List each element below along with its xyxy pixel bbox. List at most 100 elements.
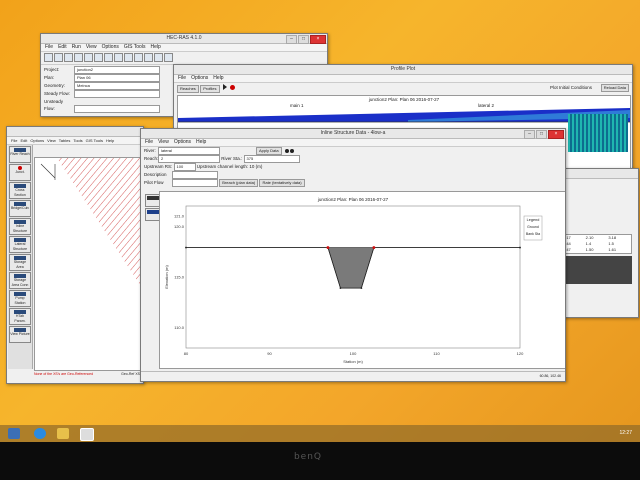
river-select[interactable]: lateral xyxy=(158,147,220,155)
channel-fill xyxy=(327,247,375,289)
menu-run[interactable]: Run xyxy=(72,44,81,51)
description-field[interactable] xyxy=(172,171,218,180)
tool-inline-structure[interactable]: Inline Structure xyxy=(9,218,31,235)
close-button[interactable]: × xyxy=(310,35,326,44)
inline-close-button[interactable]: × xyxy=(548,130,564,139)
inline-menu-view[interactable]: View xyxy=(158,139,169,146)
profile-menu-help[interactable]: Help xyxy=(213,75,223,82)
geo-menu-tools[interactable]: Tools xyxy=(73,137,82,144)
inline-menu-file[interactable]: File xyxy=(145,139,153,146)
geometry-window: File Edit Options View Tables Tools GIS … xyxy=(6,126,144,384)
minimize-button[interactable]: – xyxy=(286,35,297,44)
profile-plot-icon[interactable] xyxy=(114,53,123,62)
bank-station-point xyxy=(372,246,376,249)
river-sta-select[interactable]: 375 xyxy=(243,155,300,164)
compute-icon[interactable] xyxy=(94,53,103,62)
geo-menu-gis-tools[interactable]: GIS Tools xyxy=(86,137,103,144)
georef-xs: Geo-Ref XS xyxy=(121,372,140,376)
tool-view-picture[interactable]: View Picture xyxy=(9,326,31,343)
apply-data-button[interactable]: Apply Data xyxy=(256,147,282,156)
project-field[interactable]: junction2 xyxy=(74,66,160,74)
tool-storage-area[interactable]: Storage Area xyxy=(9,254,31,271)
output-table: 1.17 2.10 3.18 1.44 1.4 1.5 1.47 1.50 1.61 xyxy=(562,234,632,254)
start-button[interactable] xyxy=(8,428,20,439)
record-icon[interactable] xyxy=(230,85,236,90)
reach-select[interactable]: 2 xyxy=(158,155,220,164)
taskbar: 12:27 xyxy=(0,425,640,442)
inline-menu-options[interactable]: Options xyxy=(174,139,191,146)
project-label: Project: xyxy=(44,67,60,73)
geometry-field[interactable]: Meinca xyxy=(74,82,160,90)
ground-point xyxy=(519,246,521,249)
plot-initial-label[interactable]: Plot Initial Conditions xyxy=(550,84,592,91)
geo-menu-tables[interactable]: Tables xyxy=(59,137,71,144)
menu-view[interactable]: View xyxy=(86,44,97,51)
save-icon[interactable] xyxy=(54,53,63,62)
steady-flow-icon[interactable] xyxy=(74,53,83,62)
profile-titlebar: Profile Plot xyxy=(174,65,632,75)
menu-help[interactable]: Help xyxy=(150,44,160,51)
geo-menu-view[interactable]: View xyxy=(47,137,56,144)
geometry-schematic xyxy=(40,158,142,288)
profiles-button[interactable]: Profiles xyxy=(200,85,220,93)
inline-minimize-button[interactable]: – xyxy=(524,130,535,139)
geo-menu-help[interactable]: Help xyxy=(106,137,114,144)
tool-pump-station[interactable]: Pump Station xyxy=(9,290,31,307)
tool-bridge-culvert[interactable]: Bridge/Culv xyxy=(9,200,31,217)
geometry-canvas[interactable] xyxy=(34,157,143,371)
inline-titlebar: Inline Structure Data - 4low-a – □ × xyxy=(141,129,565,139)
upstream-field[interactable]: 100 xyxy=(173,163,196,172)
profile-menu-options[interactable]: Options xyxy=(191,75,208,82)
tool-storage-area-conn[interactable]: Storage Area Conn xyxy=(9,272,31,289)
rating-curve-icon[interactable] xyxy=(124,53,133,62)
main-menubar: File Edit Run View Options GIS Tools Hel… xyxy=(41,44,327,52)
prev-arrow-icon[interactable] xyxy=(285,149,289,153)
tool-lateral-structure[interactable]: Lateral Structure xyxy=(9,236,31,253)
gis-icon[interactable] xyxy=(164,53,173,62)
menu-file[interactable]: File xyxy=(45,44,53,51)
table-icon[interactable] xyxy=(144,53,153,62)
tool-htab-param[interactable]: HTab Param. xyxy=(9,308,31,325)
inline-maximize-button[interactable]: □ xyxy=(536,130,547,139)
folder-icon[interactable] xyxy=(57,428,69,439)
bank-station-point xyxy=(326,246,330,249)
breach-button[interactable]: Breach (plan data) xyxy=(219,179,259,188)
menu-gis-tools[interactable]: GIS Tools xyxy=(124,44,146,51)
menu-edit[interactable]: Edit xyxy=(58,44,67,51)
plan-label: Plan: xyxy=(44,75,55,81)
inline-arrow-buttons xyxy=(285,149,295,155)
tool-river-reach[interactable]: River Reach xyxy=(9,146,31,163)
steady-flow-field[interactable] xyxy=(74,90,160,98)
unsteady-flow-icon[interactable] xyxy=(84,53,93,62)
profile-menu-file[interactable]: File xyxy=(178,75,186,82)
reload-data-button[interactable]: Reload Data xyxy=(600,84,629,92)
next-arrow-icon[interactable] xyxy=(290,149,295,153)
reaches-button[interactable]: Reaches xyxy=(177,85,199,93)
inline-menu-help[interactable]: Help xyxy=(196,139,206,146)
maximize-button[interactable]: □ xyxy=(298,35,309,44)
geo-menu-file[interactable]: File xyxy=(11,137,17,144)
geo-menu-edit[interactable]: Edit xyxy=(20,137,27,144)
unsteady-flow-field[interactable] xyxy=(74,104,160,113)
ie-icon[interactable] xyxy=(34,428,46,439)
pilot-flow-field[interactable] xyxy=(172,179,218,188)
play-icon[interactable] xyxy=(222,84,227,90)
plan-field[interactable]: Plan 06 xyxy=(74,74,160,82)
geometry-icon[interactable] xyxy=(64,53,73,62)
main-titlebar: HEC-RAS 4.1.0 – □ × xyxy=(41,34,327,44)
xyz-plot-icon[interactable] xyxy=(134,53,143,62)
rating-button[interactable]: Rate (tentatively data) xyxy=(259,179,305,188)
cross-section-plot-icon[interactable] xyxy=(104,53,113,62)
unsteady-flow-label: Unsteady Flow: xyxy=(44,99,64,111)
tool-cross-section[interactable]: Cross Section xyxy=(9,182,31,199)
tool-junction[interactable]: Junct. xyxy=(9,164,31,181)
menu-options[interactable]: Options xyxy=(102,44,119,51)
profile-toolbar: Reaches Profiles Plot Initial Conditions… xyxy=(174,83,632,95)
y-tick-label: 121.0 xyxy=(174,214,185,219)
hecras-taskbar-icon[interactable] xyxy=(80,428,94,441)
georef-note: None of the XS's are Geo-Referenced xyxy=(34,372,94,376)
reach-label: Reach: xyxy=(144,156,159,162)
open-icon[interactable] xyxy=(44,53,53,62)
map-icon[interactable] xyxy=(154,53,163,62)
geo-menu-options[interactable]: Options xyxy=(30,137,44,144)
